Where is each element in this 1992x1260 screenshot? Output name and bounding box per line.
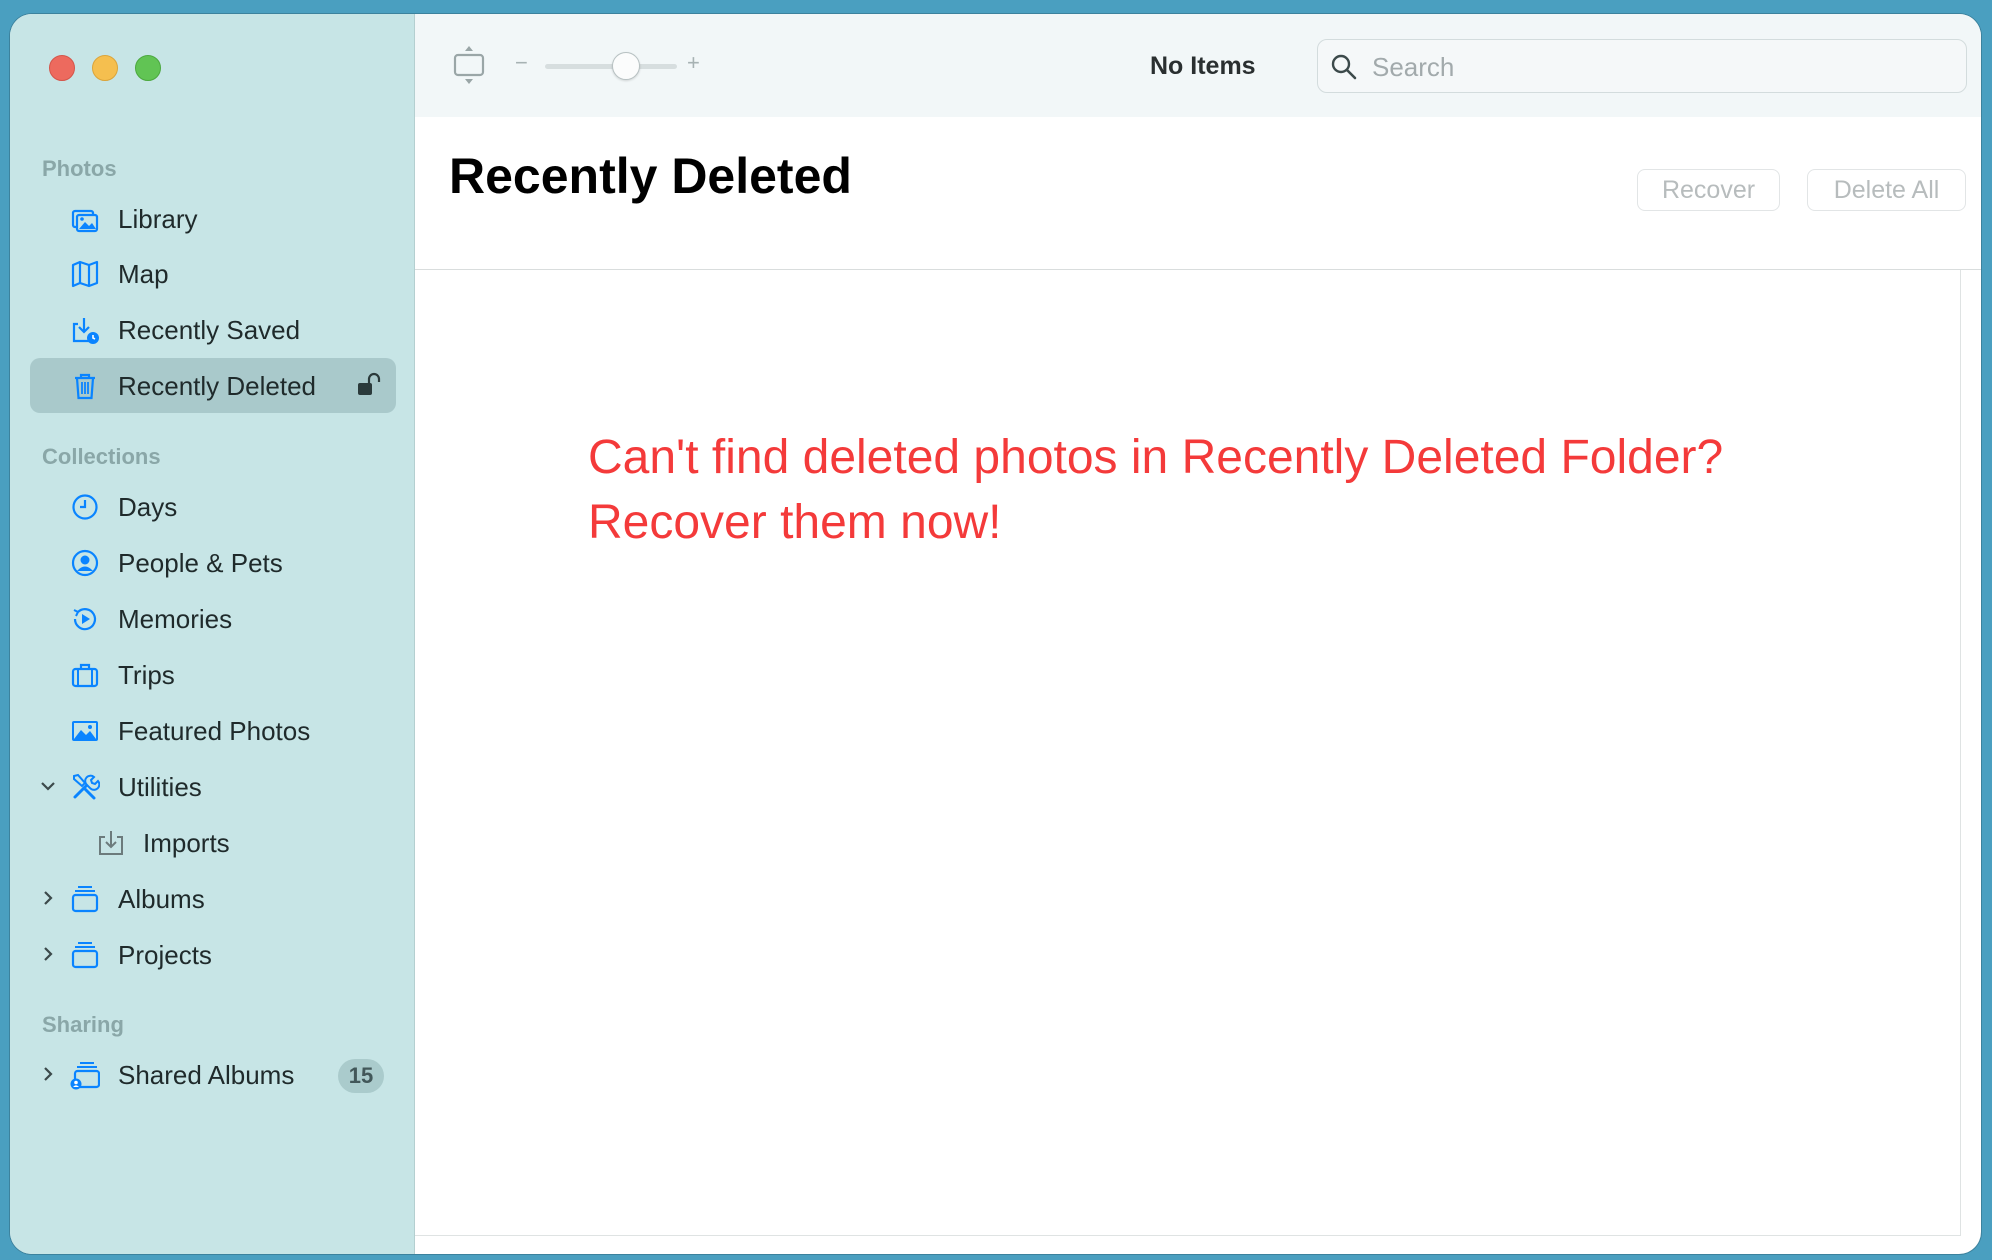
page-title: Recently Deleted xyxy=(449,148,852,204)
recently-saved-icon xyxy=(72,318,99,344)
shared-albums-icon xyxy=(70,1062,100,1090)
sidebar-item-label: Featured Photos xyxy=(118,716,311,746)
search-field[interactable] xyxy=(1317,39,1967,93)
memories-icon xyxy=(73,608,97,631)
sidebar-item-label: People & Pets xyxy=(118,548,283,578)
albums-icon xyxy=(71,886,99,913)
sidebar-item-label: Albums xyxy=(118,884,205,914)
section-label-photos: Photos xyxy=(42,156,117,181)
chevron-right-icon[interactable] xyxy=(38,887,58,909)
sidebar-item-trips[interactable]: Trips xyxy=(30,647,396,702)
sidebar-item-featured-photos[interactable]: Featured Photos xyxy=(30,703,396,758)
sidebar-item-label: Projects xyxy=(118,940,212,970)
clock-icon xyxy=(72,494,98,520)
sidebar-item-label: Memories xyxy=(118,604,233,634)
sidebar-item-label: Trips xyxy=(118,660,175,690)
person-circle-icon xyxy=(71,549,99,577)
sidebar-item-label: Utilities xyxy=(118,772,202,802)
section-label-collections: Collections xyxy=(42,444,161,469)
library-icon xyxy=(71,209,99,233)
minimize-window-button[interactable] xyxy=(92,55,118,81)
toolbar: − + No Items xyxy=(415,14,1981,117)
promo-line-1: Can't find deleted photos in Recently De… xyxy=(588,431,1724,484)
sidebar-item-imports[interactable]: Imports xyxy=(30,815,396,870)
sidebar: Photos Library Map Recently Saved Recent… xyxy=(10,14,415,1254)
promo-text: Can't find deleted photos in Recently De… xyxy=(588,425,1723,555)
sidebar-item-albums[interactable]: Albums xyxy=(30,871,396,926)
map-icon xyxy=(71,260,99,288)
sidebar-item-memories[interactable]: Memories xyxy=(30,591,396,646)
sidebar-item-days[interactable]: Days xyxy=(30,479,396,534)
sidebar-item-label: Shared Albums xyxy=(118,1060,295,1090)
sidebar-item-label: Recently Saved xyxy=(118,315,301,345)
sidebar-item-label: Days xyxy=(118,492,178,522)
sidebar-item-projects[interactable]: Projects xyxy=(30,927,396,982)
projects-icon xyxy=(71,942,99,969)
sidebar-item-recently-saved[interactable]: Recently Saved xyxy=(30,302,396,357)
import-icon xyxy=(99,831,123,855)
tools-icon xyxy=(73,773,100,800)
zoom-slider-track[interactable] xyxy=(545,64,677,69)
search-icon xyxy=(1331,54,1357,80)
sidebar-item-label: Map xyxy=(118,259,169,289)
photo-grid-area: Can't find deleted photos in Recently De… xyxy=(415,270,1961,1236)
sidebar-item-shared-albums[interactable]: Shared Albums 15 xyxy=(30,1047,396,1102)
zoom-in-icon[interactable]: + xyxy=(687,50,700,76)
chevron-down-icon[interactable] xyxy=(38,775,58,797)
chevron-right-icon[interactable] xyxy=(38,1063,58,1085)
sidebar-item-label: Recently Deleted xyxy=(118,371,316,401)
sidebar-item-library[interactable]: Library xyxy=(30,191,396,246)
zoom-slider-thumb[interactable] xyxy=(612,52,640,80)
trash-icon xyxy=(75,373,95,400)
count-badge: 15 xyxy=(338,1059,384,1093)
promo-line-2: Recover them now! xyxy=(588,496,1002,549)
photo-icon xyxy=(72,721,98,741)
recover-button[interactable]: Recover xyxy=(1637,169,1780,211)
window-controls xyxy=(49,55,161,81)
close-window-button[interactable] xyxy=(49,55,75,81)
zoom-window-button[interactable] xyxy=(135,55,161,81)
photos-window: Photos Library Map Recently Saved Recent… xyxy=(10,14,1981,1254)
item-count-label: No Items xyxy=(1150,52,1256,80)
content-header: Recently Deleted Recover Delete All xyxy=(415,117,1981,270)
chevron-right-icon[interactable] xyxy=(38,943,58,965)
search-input[interactable] xyxy=(1370,48,1934,86)
delete-all-button[interactable]: Delete All xyxy=(1807,169,1966,211)
sidebar-item-recently-deleted[interactable]: Recently Deleted xyxy=(30,358,396,413)
section-label-sharing: Sharing xyxy=(42,1012,124,1037)
zoom-out-icon[interactable]: − xyxy=(515,50,528,76)
thumbnail-size-icon[interactable] xyxy=(451,44,487,86)
sidebar-item-utilities[interactable]: Utilities xyxy=(30,759,396,814)
sidebar-item-people-pets[interactable]: People & Pets xyxy=(30,535,396,590)
sidebar-item-map[interactable]: Map xyxy=(30,246,396,301)
suitcase-icon xyxy=(71,663,99,688)
unlock-icon[interactable] xyxy=(356,372,382,398)
sidebar-item-label: Imports xyxy=(143,828,230,858)
sidebar-item-label: Library xyxy=(118,204,198,234)
